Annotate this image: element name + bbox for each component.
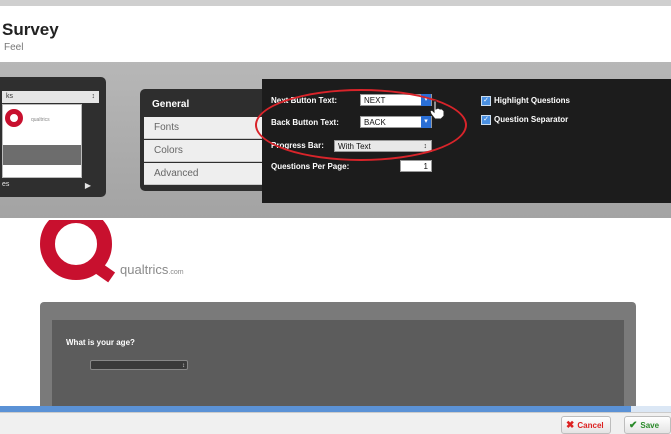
checkmark-icon: ✔: [629, 420, 638, 431]
brand-suffix: .com: [168, 269, 184, 276]
cancel-label: Cancel: [577, 421, 604, 430]
question-container: What is your age? ↕: [40, 302, 636, 406]
thumbnail-brand-text: qualtrics: [31, 117, 50, 123]
qualtrics-q-logo: [38, 220, 118, 286]
page-title: Survey: [2, 20, 59, 39]
next-button-text-value: NEXT: [364, 96, 386, 105]
question-separator-checkbox[interactable]: ✓: [481, 115, 491, 125]
brand-name: qualtrics: [120, 262, 169, 277]
theme-select[interactable]: ks ↕: [2, 91, 99, 103]
hand-cursor-icon: [429, 100, 445, 120]
questions-per-page-label: Questions Per Page:: [271, 162, 350, 171]
progress-bar-label: Progress Bar:: [271, 141, 324, 150]
theme-select-value: ks: [6, 93, 13, 100]
next-button-text-label: Next Button Text:: [271, 96, 338, 105]
qualtrics-logo-icon: [5, 109, 23, 127]
age-dropdown[interactable]: ↕: [90, 360, 188, 370]
theme-picker[interactable]: ks ↕ qualtrics es ▶: [0, 77, 106, 197]
save-label: Save: [640, 421, 660, 430]
select-arrow-icon: ↕: [423, 143, 428, 150]
close-icon: ✖: [566, 420, 575, 431]
thumbnail-question-block: [3, 145, 81, 165]
brand-text: qualtrics.com: [120, 262, 184, 277]
questions-per-page-input[interactable]: 1: [400, 160, 432, 172]
page-subtitle: Feel: [4, 42, 24, 53]
question-text: What is your age?: [66, 338, 135, 347]
select-arrow-icon: ↕: [91, 93, 96, 100]
footer-actions: ✖ Cancel ✔ Save: [0, 412, 671, 434]
nav-fonts[interactable]: Fonts: [144, 117, 262, 139]
settings-nav: General Fonts Colors Advanced: [140, 89, 270, 191]
theme-footer: es ▶: [2, 181, 99, 190]
back-button-text-value: BACK: [364, 118, 386, 127]
next-button-text-select[interactable]: NEXT ▾: [360, 94, 432, 106]
select-arrow-icon: ↕: [182, 363, 185, 369]
nav-general[interactable]: General: [152, 99, 189, 110]
back-button-text-label: Back Button Text:: [271, 118, 339, 127]
header: Survey Feel: [0, 6, 671, 63]
back-button-text-select[interactable]: BACK ▾: [360, 116, 432, 128]
theme-thumbnail[interactable]: qualtrics: [2, 104, 82, 178]
question-separator-label: Question Separator: [494, 115, 569, 124]
question-block: What is your age? ↕: [52, 320, 624, 406]
survey-editor-window: Survey Feel ks ↕ qualtrics es ▶ General …: [0, 6, 671, 434]
progress-bar-select[interactable]: With Text ↕: [334, 140, 432, 152]
highlight-questions-label: Highlight Questions: [494, 96, 570, 105]
general-settings-panel: Next Button Text: NEXT ▾ Back Button Tex…: [262, 79, 671, 203]
next-theme-arrow-icon[interactable]: ▶: [85, 181, 91, 190]
theme-footer-label: es: [2, 181, 10, 188]
survey-preview: qualtrics.com What is your age? ↕: [0, 218, 671, 406]
look-and-feel-toolbar: ks ↕ qualtrics es ▶ General Fonts Colors…: [0, 62, 671, 218]
cancel-button[interactable]: ✖ Cancel: [561, 416, 611, 434]
save-button[interactable]: ✔ Save: [624, 416, 671, 434]
progress-bar-value: With Text: [338, 142, 371, 151]
nav-advanced[interactable]: Advanced: [144, 163, 262, 185]
highlight-questions-checkbox[interactable]: ✓: [481, 96, 491, 106]
nav-colors[interactable]: Colors: [144, 140, 262, 162]
